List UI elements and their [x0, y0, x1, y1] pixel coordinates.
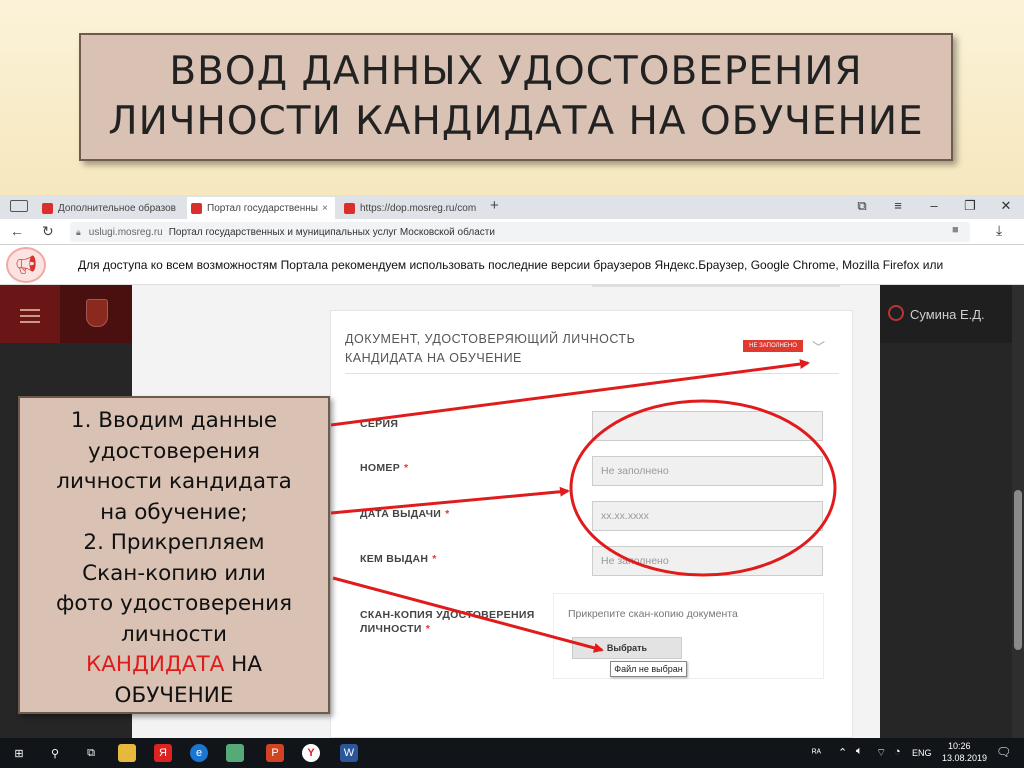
- maximize-icon[interactable]: ❐: [958, 195, 982, 217]
- slide-title-line2: ЛИЧНОСТИ КАНДИДАТА НА ОБУЧЕНИЕ: [108, 99, 924, 144]
- user-icon[interactable]: [888, 305, 904, 321]
- previous-field-edge: [592, 285, 840, 287]
- upload-hint: Прикрепите скан-копию документа: [568, 608, 738, 620]
- tab-label: Дополнительное образов: [58, 202, 176, 214]
- file-explorer-icon[interactable]: [118, 744, 136, 762]
- scan-copy-label: СКАН-КОПИЯ УДОСТОВЕРЕНИЯ ЛИЧНОСТИ *: [360, 609, 535, 635]
- tab-label: https://dop.mosreg.ru/com: [360, 202, 477, 214]
- number-input[interactable]: Не заполнено: [592, 456, 823, 486]
- hamburger-menu-button[interactable]: [0, 285, 60, 343]
- language-indicator[interactable]: ENG: [912, 748, 932, 758]
- word-icon[interactable]: W: [340, 744, 358, 762]
- series-label: СЕРИЯ: [360, 418, 399, 430]
- menu-icon[interactable]: ≡: [886, 195, 910, 217]
- tab-dop-education[interactable]: Дополнительное образов: [38, 197, 182, 219]
- bookmarks-icon[interactable]: ⧉: [850, 195, 874, 217]
- notice-text: Для доступа ко всем возможностям Портала…: [78, 258, 944, 272]
- no-file-tooltip: Файл не выбран: [610, 661, 687, 677]
- coat-of-arms-logo: [60, 285, 132, 343]
- clock-time[interactable]: 10:26: [948, 741, 971, 751]
- chevron-up-icon[interactable]: ⌃: [838, 746, 847, 759]
- issued-by-input[interactable]: Не заполнено: [592, 546, 823, 576]
- instruction-line: Скан-копию или: [82, 560, 266, 586]
- network-icon[interactable]: ⌔: [876, 746, 886, 760]
- close-tab-icon[interactable]: ×: [322, 203, 328, 214]
- task-view-icon[interactable]: ⧉: [82, 744, 100, 762]
- instruction-line: на обучение;: [100, 499, 248, 525]
- back-arrow-icon[interactable]: ←: [10, 223, 24, 239]
- address-bar-row: ← ↻ 🔒︎ uslugi.mosreg.ru Портал государст…: [0, 219, 1024, 245]
- tabs-overview-icon[interactable]: [10, 200, 28, 212]
- address-domain: uslugi.mosreg.ru: [88, 226, 163, 238]
- tab-gov-portal[interactable]: Портал государственны ×: [187, 197, 335, 219]
- instruction-box: 1. Вводим данные удостоверения личности …: [18, 396, 330, 714]
- site-favicon-icon: [344, 202, 355, 214]
- search-icon[interactable]: ⚲: [46, 744, 64, 762]
- slide-title: ВВОД ДАННЫХ УДОСТОВЕРЕНИЯ ЛИЧНОСТИ КАНДИ…: [79, 33, 953, 161]
- megaphone-icon: 📢︎: [6, 247, 46, 283]
- paint-icon[interactable]: [226, 744, 244, 762]
- clock-date[interactable]: 13.08.2019: [942, 753, 987, 763]
- download-icon[interactable]: ⤓: [996, 222, 1002, 239]
- scrollbar-thumb[interactable]: [1014, 490, 1022, 650]
- yandex-browser-icon[interactable]: Y: [302, 744, 320, 762]
- address-page-title: Портал государственных и муниципальных у…: [168, 226, 495, 238]
- tab-label: Портал государственны: [207, 202, 318, 214]
- address-field[interactable]: 🔒︎ uslugi.mosreg.ru Портал государственн…: [70, 222, 970, 242]
- windows-start-icon[interactable]: ⊞: [10, 744, 28, 762]
- powerpoint-icon[interactable]: P: [266, 744, 284, 762]
- instruction-line: 2. Прикрепляем: [83, 530, 265, 555]
- edge-icon[interactable]: e: [190, 744, 208, 762]
- instruction-line: КАНДИДАТА НА: [85, 652, 263, 677]
- instruction-line: ОБУЧЕНИЕ: [114, 682, 234, 708]
- tab-dop-mosreg[interactable]: https://dop.mosreg.ru/com: [340, 197, 482, 219]
- instruction-line: фото удостоверения: [55, 591, 293, 616]
- new-tab-button[interactable]: +: [490, 197, 499, 214]
- number-label: НОМЕР *: [360, 462, 409, 474]
- instruction-line: личности: [121, 621, 227, 647]
- yandex-icon[interactable]: Я: [154, 744, 172, 762]
- highlight-text: КАНДИДАТА: [85, 652, 225, 677]
- bookmark-icon[interactable]: ■: [952, 224, 959, 236]
- instruction-line: 1. Вводим данные: [70, 408, 278, 433]
- site-favicon-icon: [191, 202, 202, 214]
- issued-by-label: КЕМ ВЫДАН *: [360, 553, 437, 565]
- issue-date-input[interactable]: xx.xx.xxxx: [592, 501, 823, 531]
- upload-box: [553, 593, 824, 679]
- instruction-line: личности кандидата: [56, 469, 292, 494]
- volume-icon[interactable]: 🔈︎: [856, 745, 863, 758]
- section-divider: [345, 373, 839, 374]
- close-window-icon[interactable]: ✕: [994, 195, 1018, 217]
- status-badge: НЕ ЗАПОЛНЕНО: [743, 340, 803, 352]
- issue-date-label: ДАТА ВЫДАЧИ *: [360, 508, 450, 520]
- section-title-line2: КАНДИДАТА НА ОБУЧЕНИЕ: [345, 351, 522, 365]
- browser-notice: Для доступа ко всем возможностям Портала…: [0, 245, 1024, 285]
- slide-title-line1: ВВОД ДАННЫХ УДОСТОВЕРЕНИЯ: [169, 49, 863, 94]
- section-title-line1: ДОКУМЕНТ, УДОСТОВЕРЯЮЩИЙ ЛИЧНОСТЬ: [345, 332, 636, 346]
- chevron-down-icon[interactable]: ﹀: [812, 337, 825, 356]
- section-title: ДОКУМЕНТ, УДОСТОВЕРЯЮЩИЙ ЛИЧНОСТЬ КАНДИД…: [345, 330, 635, 368]
- site-favicon-icon: [42, 202, 53, 214]
- reload-icon[interactable]: ↻: [42, 223, 54, 240]
- people-icon[interactable]: ᴿᴬ: [812, 748, 821, 759]
- series-input[interactable]: [592, 411, 823, 441]
- lock-icon: 🔒︎: [76, 226, 81, 237]
- notifications-icon[interactable]: 🗨︎: [996, 745, 1011, 759]
- instruction-line: удостоверения: [88, 438, 260, 464]
- choose-file-button[interactable]: Выбрать: [572, 637, 682, 659]
- wifi-icon[interactable]: ◔: [894, 746, 901, 758]
- minimize-icon[interactable]: –: [922, 195, 946, 217]
- user-name[interactable]: Сумина Е.Д.: [910, 307, 985, 322]
